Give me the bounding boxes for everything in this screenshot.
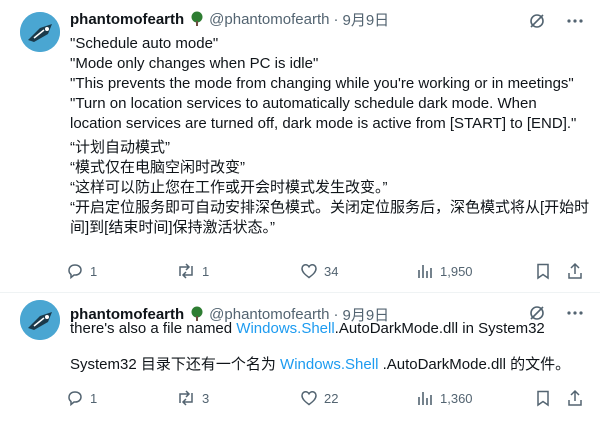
text-segment: .AutoDarkMode.dll in System32 (334, 320, 545, 337)
tweet-text-chinese: “计划自动模式” “模式仅在电脑空闲时改变” “这样可以防止您在工作或开会时模式… (70, 138, 590, 238)
text-segment: System32 目录下还有一个名为 (70, 356, 281, 373)
views-button[interactable]: 1,360 (416, 389, 473, 407)
like-count: 22 (324, 390, 339, 406)
header-actions (528, 12, 584, 30)
like-button[interactable]: 22 (300, 389, 338, 407)
like-icon (301, 264, 317, 279)
share-button[interactable] (566, 262, 584, 280)
reply-count: 1 (90, 390, 98, 406)
tweet-2[interactable]: phantomofearth @phantomofearth · 9月9日 th… (0, 292, 600, 426)
reply-icon (68, 391, 82, 407)
text-segment: there's also a file named (70, 320, 237, 337)
hashtag-link[interactable]: Windows.Shell (280, 356, 378, 373)
text-line: "Schedule auto mode" (70, 35, 219, 52)
repost-button[interactable]: 3 (176, 389, 209, 407)
repost-icon (179, 263, 193, 279)
like-button[interactable]: 34 (300, 262, 338, 280)
avatar-spaceship-icon (20, 12, 60, 52)
text-line: "Turn on location services to automatica… (70, 95, 537, 112)
action-bar: 1 3 22 1,360 (66, 389, 586, 409)
repost-count: 1 (202, 263, 210, 279)
like-icon (301, 391, 317, 406)
share-button[interactable] (566, 389, 584, 407)
view-count: 1,360 (440, 390, 473, 406)
views-button[interactable]: 1,950 (416, 262, 473, 280)
tweet-text-english: "Schedule auto mode" "Mode only changes … (70, 34, 590, 134)
text-line: “模式仅在电脑空闲时改变” (70, 159, 245, 176)
views-icon (418, 392, 432, 405)
separator-dot: · (333, 10, 339, 28)
tweet-text-chinese: System32 目录下还有一个名为 Windows.Shell .AutoDa… (70, 355, 590, 375)
text-line: “计划自动模式” (70, 139, 170, 156)
repost-icon (179, 390, 193, 406)
avatar[interactable] (20, 12, 60, 52)
repost-count: 3 (202, 390, 210, 406)
bookmark-icon (537, 263, 549, 280)
share-icon (568, 389, 582, 406)
bookmark-button[interactable] (534, 389, 552, 407)
reply-count: 1 (90, 263, 98, 279)
bookmark-button[interactable] (534, 262, 552, 280)
view-count: 1,950 (440, 263, 473, 279)
repost-button[interactable]: 1 (176, 262, 209, 280)
hashtag-link[interactable]: Windows.Shell (236, 320, 334, 337)
more-icon[interactable] (566, 12, 584, 30)
text-line: there's also a file named Windows.Shell.… (70, 319, 590, 339)
text-segment: .AutoDarkMode.dll 的文件。 (378, 356, 571, 373)
tweet-text-english: there's also a file named Windows.Shell.… (70, 319, 590, 339)
text-line: location services are turned off, dark m… (70, 115, 577, 132)
views-icon (418, 265, 432, 278)
avatar[interactable] (20, 300, 60, 340)
user-handle[interactable]: @phantomofearth (209, 11, 329, 28)
avatar-spaceship-icon (20, 300, 60, 340)
like-count: 34 (324, 263, 339, 279)
reply-button[interactable]: 1 (66, 262, 97, 280)
bookmark-icon (537, 390, 549, 407)
reply-icon (68, 264, 82, 280)
text-line: “这样可以防止您在工作或开会时模式发生改变。” (70, 179, 388, 196)
tweet-header: phantomofearth @phantomofearth · 9月9日 (70, 9, 389, 29)
text-line: “开启定位服务即可自动安排深色模式。关闭定位服务后，深色模式将从[开始时间]到[… (70, 199, 590, 236)
text-line: System32 目录下还有一个名为 Windows.Shell .AutoDa… (70, 355, 590, 375)
reply-button[interactable]: 1 (66, 389, 97, 407)
post-date[interactable]: 9月9日 (342, 9, 389, 30)
tweet-1[interactable]: phantomofearth @phantomofearth · 9月9日 "S… (0, 0, 600, 292)
text-line: "Mode only changes when PC is idle" (70, 55, 319, 72)
share-icon (568, 262, 582, 279)
text-line: "This prevents the mode from changing wh… (70, 75, 574, 92)
tree-icon (189, 11, 205, 27)
grok-translate-icon[interactable] (528, 12, 546, 30)
action-bar: 1 1 34 1,950 (66, 262, 586, 282)
display-name[interactable]: phantomofearth (70, 11, 184, 28)
